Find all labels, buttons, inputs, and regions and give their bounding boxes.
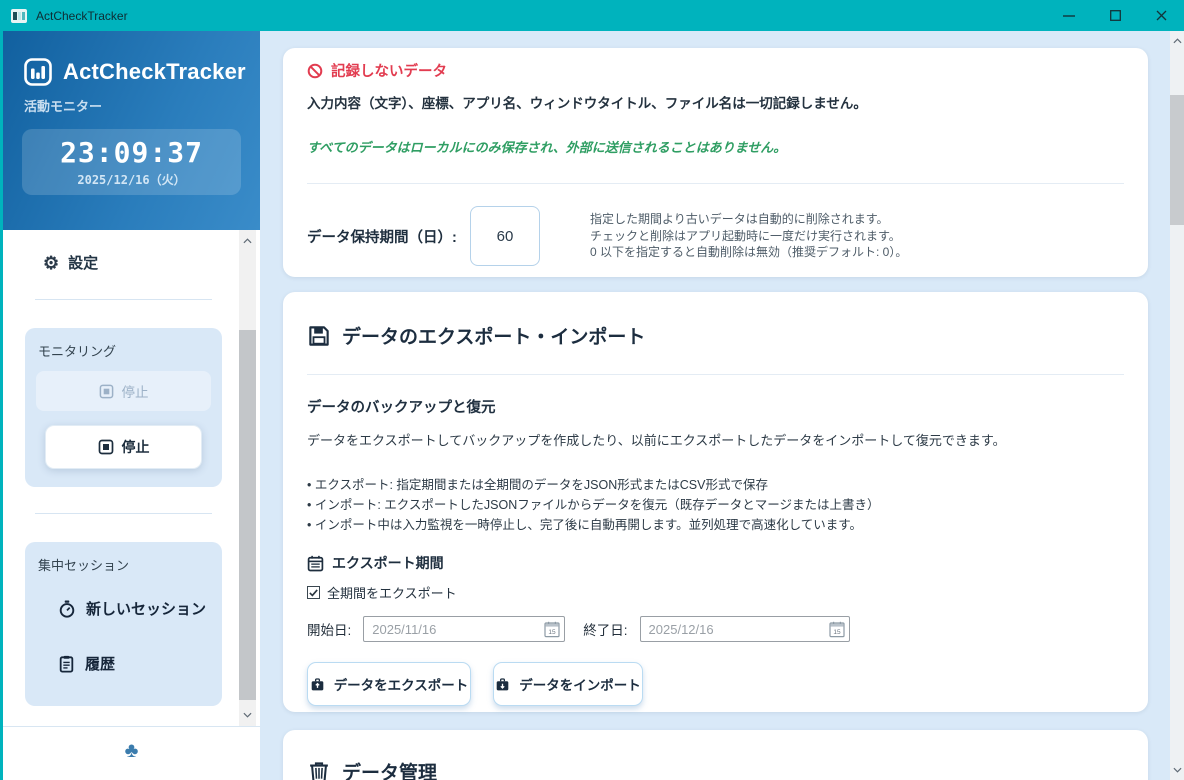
privacy-card: 記録しないデータ 入力内容（文字）、座標、アプリ名、ウィンドウタイトル、ファイル…	[283, 48, 1148, 277]
scroll-down-arrow-icon[interactable]	[1170, 762, 1184, 778]
data-management-card: データ管理	[283, 730, 1148, 780]
stopwatch-icon	[58, 600, 76, 618]
minimize-button[interactable]	[1046, 0, 1092, 31]
monitoring-label: モニタリング	[36, 341, 211, 360]
sidebar-item-settings[interactable]: ⚙ 設定	[3, 230, 260, 273]
sidebar-footer: ♣	[3, 726, 260, 780]
sidebar-item-new-session[interactable]: 新しいセッション	[58, 598, 211, 619]
bullet-item: • エクスポート: 指定期間または全期間のデータをJSON形式またはCSV形式で…	[307, 475, 1124, 495]
date-picker-day: 15	[549, 629, 557, 636]
stop-primary-label: 停止	[122, 437, 150, 457]
start-date-input[interactable]	[372, 622, 544, 637]
scrollbar-thumb[interactable]	[1170, 95, 1184, 225]
export-data-button[interactable]: データをエクスポート	[307, 662, 471, 706]
divider	[35, 513, 212, 514]
start-date-field[interactable]: 15	[363, 616, 565, 642]
monitoring-panel: モニタリング 停止 停止	[25, 328, 222, 487]
retention-notes: 指定した期間より古いデータは自動的に削除されます。 チェックと削除はアプリ起動時…	[590, 211, 907, 261]
sidebar-scrollbar[interactable]	[239, 230, 256, 726]
backup-description: データをエクスポートしてバックアップを作成したり、以前にエクスポートしたデータを…	[307, 430, 1124, 449]
export-card-title: データのエクスポート・インポート	[342, 322, 645, 349]
retention-days-input[interactable]	[470, 206, 540, 266]
import-data-button[interactable]: データをインポート	[493, 662, 643, 706]
gear-icon: ⚙	[43, 254, 59, 272]
window-title: ActCheckTracker	[36, 9, 128, 23]
app-logo-icon	[24, 58, 52, 86]
app-mini-icon	[11, 9, 27, 23]
stop-secondary-label: 停止	[122, 381, 149, 401]
sidebar-nav: ⚙ 設定 モニタリング 停止	[3, 230, 260, 726]
export-button-label: データをエクスポート	[334, 674, 469, 694]
sidebar-item-history[interactable]: 履歴	[58, 653, 211, 674]
all-period-checkbox[interactable]	[307, 586, 320, 599]
no-record-description: 入力内容（文字）、座標、アプリ名、ウィンドウタイトル、ファイル名は一切記録しませ…	[307, 92, 1124, 112]
no-entry-icon	[307, 63, 323, 79]
retention-note-line: 0 以下を指定すると自動削除は無効（推奨デフォルト: 0）。	[590, 244, 907, 261]
titlebar: ActCheckTracker	[0, 0, 1184, 31]
divider	[35, 299, 212, 300]
app-subtitle: 活動モニター	[3, 86, 260, 115]
bullet-item: • インポート中は入力監視を一時停止し、完了後に自動再開します。並列処理で高速化…	[307, 515, 1124, 535]
clock-date: 2025/12/16（火）	[22, 171, 241, 188]
trash-basket-icon	[307, 760, 331, 780]
divider	[307, 183, 1124, 184]
sidebar-header: ActCheckTracker 活動モニター 23:09:37 2025/12/…	[3, 31, 260, 230]
settings-label: 設定	[68, 252, 98, 273]
all-period-label: 全期間をエクスポート	[327, 583, 457, 602]
start-date-label: 開始日:	[307, 619, 351, 639]
date-picker-day: 15	[833, 629, 841, 636]
clover-icon: ♣	[125, 740, 139, 761]
new-session-label: 新しいセッション	[86, 598, 206, 619]
close-button[interactable]	[1138, 0, 1184, 31]
clock-time: 23:09:37	[22, 129, 241, 169]
export-import-card: データのエクスポート・インポート データのバックアップと復元 データをエクスポー…	[283, 292, 1148, 712]
import-icon	[495, 677, 510, 692]
floppy-disk-icon	[307, 324, 331, 348]
date-picker-icon[interactable]: 15	[829, 621, 845, 638]
date-picker-icon[interactable]: 15	[544, 621, 560, 638]
import-button-label: データをインポート	[519, 674, 641, 694]
end-date-label: 終了日:	[583, 619, 627, 639]
sidebar: ActCheckTracker 活動モニター 23:09:37 2025/12/…	[0, 31, 260, 780]
retention-note-line: チェックと削除はアプリ起動時に一度だけ実行されます。	[590, 228, 907, 245]
export-icon	[310, 677, 325, 692]
stop-button-primary[interactable]: 停止	[45, 425, 202, 469]
maximize-button[interactable]	[1092, 0, 1138, 31]
app-name: ActCheckTracker	[63, 59, 246, 85]
app-window: ActCheckTracker ActCheckTracker	[0, 0, 1184, 780]
retention-label: データ保持期間（日）:	[307, 226, 470, 247]
stop-icon	[98, 439, 114, 455]
scroll-down-arrow-icon[interactable]	[239, 706, 256, 724]
history-label: 履歴	[85, 653, 115, 674]
no-record-heading: 記録しないデータ	[331, 60, 447, 81]
data-management-title: データ管理	[342, 758, 437, 780]
focus-session-panel: 集中セッション 新しいセッション 履歴	[25, 542, 222, 706]
stop-button-secondary[interactable]: 停止	[36, 371, 211, 411]
end-date-field[interactable]: 15	[640, 616, 850, 642]
backup-heading: データのバックアップと復元	[307, 396, 1124, 417]
end-date-input[interactable]	[649, 622, 829, 637]
clock-card: 23:09:37 2025/12/16（火）	[22, 129, 241, 195]
focus-session-label: 集中セッション	[36, 555, 211, 574]
divider	[307, 374, 1124, 375]
scroll-up-arrow-icon[interactable]	[1170, 33, 1184, 49]
calendar-icon	[307, 555, 324, 572]
export-period-heading: エクスポート期間	[332, 553, 444, 573]
stop-icon	[99, 384, 114, 399]
bullet-item: • インポート: エクスポートしたJSONファイルからデータを復元（既存データと…	[307, 495, 1124, 515]
scroll-up-arrow-icon[interactable]	[239, 232, 256, 250]
scrollbar-thumb[interactable]	[239, 330, 256, 700]
local-only-note: すべてのデータはローカルにのみ保存され、外部に送信されることはありません。	[307, 137, 1124, 156]
main-scrollbar[interactable]	[1170, 31, 1184, 780]
main-content: 記録しないデータ 入力内容（文字）、座標、アプリ名、ウィンドウタイトル、ファイル…	[260, 31, 1184, 780]
retention-note-line: 指定した期間より古いデータは自動的に削除されます。	[590, 211, 907, 228]
clipboard-icon	[58, 655, 75, 673]
export-bullet-list: • エクスポート: 指定期間または全期間のデータをJSON形式またはCSV形式で…	[307, 475, 1124, 535]
